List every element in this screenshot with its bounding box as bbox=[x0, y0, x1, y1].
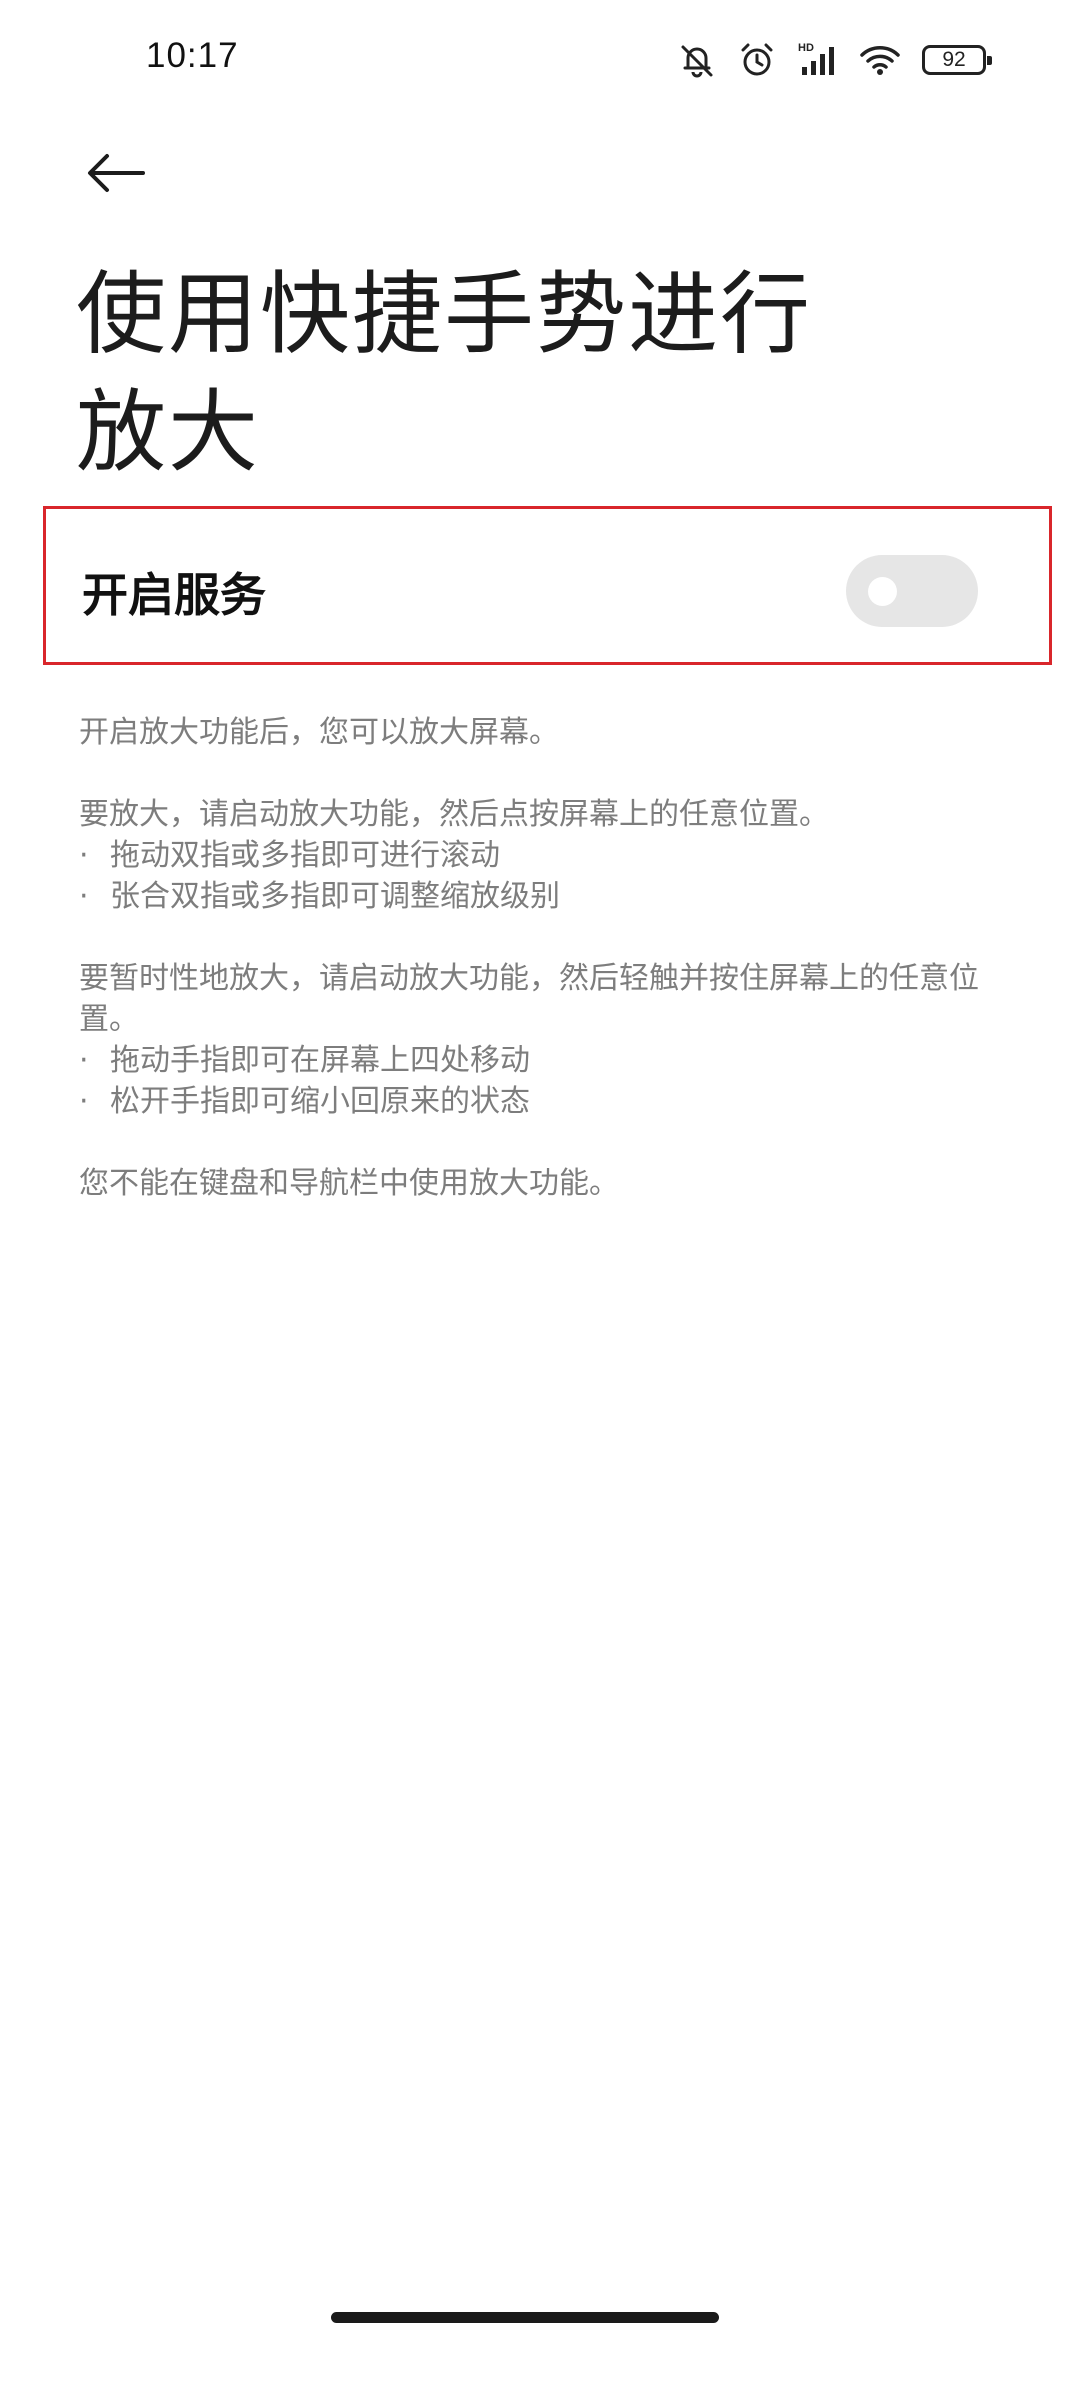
wifi-icon bbox=[860, 43, 900, 77]
bullet-dot: · bbox=[79, 838, 89, 873]
signal-icon: HD bbox=[798, 41, 838, 79]
bullet-dot: · bbox=[79, 879, 89, 914]
bullet-text: 拖动双指或多指即可进行滚动 bbox=[110, 838, 500, 873]
status-time: 10:17 bbox=[146, 36, 239, 75]
intro-text: 开启放大功能后，您可以放大屏幕。 bbox=[79, 715, 559, 750]
bullet-text: 松开手指即可缩小回原来的状态 bbox=[110, 1084, 530, 1119]
network-label: HD bbox=[798, 42, 814, 54]
list-item: · 拖动双指或多指即可进行滚动 bbox=[79, 835, 1019, 876]
bullet-text: 拖动手指即可在屏幕上四处移动 bbox=[110, 1043, 530, 1078]
bullet-text: 张合双指或多指即可调整缩放级别 bbox=[110, 879, 560, 914]
bullet-dot: · bbox=[79, 1043, 89, 1078]
description: 开启放大功能后，您可以放大屏幕。 要放大，请启动放大功能，然后点按屏幕上的任意位… bbox=[79, 712, 1019, 1204]
enable-service-label: 开启服务 bbox=[82, 568, 266, 622]
battery-level: 92 bbox=[942, 48, 966, 71]
limitation-note: 您不能在键盘和导航栏中使用放大功能。 bbox=[79, 1166, 619, 1201]
zoom-instruction: 要放大，请启动放大功能，然后点按屏幕上的任意位置。 bbox=[79, 797, 829, 832]
back-button[interactable] bbox=[78, 135, 154, 211]
list-item: · 松开手指即可缩小回原来的状态 bbox=[79, 1081, 1019, 1122]
temp-zoom-instruction: 要暂时性地放大，请启动放大功能，然后轻触并按住屏幕上的任意位置。 bbox=[79, 961, 979, 1037]
bullet-dot: · bbox=[79, 1084, 89, 1119]
list-item: · 张合双指或多指即可调整缩放级别 bbox=[79, 876, 1019, 917]
battery-icon: 92 bbox=[922, 45, 992, 75]
home-indicator[interactable] bbox=[331, 2312, 719, 2323]
status-icons: HD 92 bbox=[678, 38, 992, 82]
alarm-icon bbox=[738, 41, 776, 79]
toggle-knob bbox=[868, 577, 897, 606]
status-bar: 10:17 HD 92 bbox=[0, 0, 1080, 120]
page-title: 使用快捷手势进行放大 bbox=[76, 262, 812, 485]
list-item: · 拖动手指即可在屏幕上四处移动 bbox=[79, 1040, 1019, 1081]
enable-service-row[interactable]: 开启服务 bbox=[43, 506, 1052, 665]
service-toggle[interactable] bbox=[846, 555, 978, 627]
arrow-left-icon bbox=[88, 154, 145, 192]
mute-bell-icon bbox=[678, 41, 716, 79]
